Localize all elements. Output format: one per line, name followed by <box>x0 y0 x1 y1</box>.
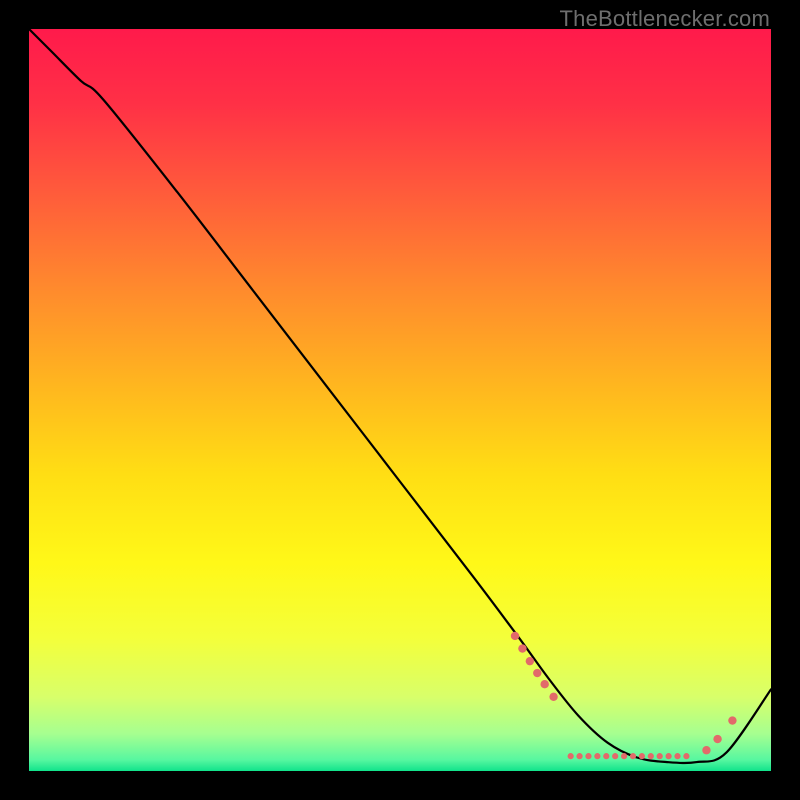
chart-marker <box>630 753 636 759</box>
chart-marker <box>549 693 557 701</box>
chart-marker <box>702 746 710 754</box>
chart-marker <box>657 753 663 759</box>
chart-marker <box>594 753 600 759</box>
chart-stage: TheBottlenecker.com <box>0 0 800 800</box>
chart-marker <box>648 753 654 759</box>
chart-marker <box>540 680 548 688</box>
chart-marker <box>533 669 541 677</box>
chart-marker <box>713 735 721 743</box>
chart-marker <box>683 753 689 759</box>
watermark-text: TheBottlenecker.com <box>560 6 770 32</box>
chart-marker <box>612 753 618 759</box>
chart-markers <box>511 632 737 760</box>
chart-marker <box>603 753 609 759</box>
chart-line-series <box>29 29 771 763</box>
chart-marker <box>526 657 534 665</box>
chart-marker <box>728 716 736 724</box>
chart-marker <box>576 753 582 759</box>
chart-svg <box>29 29 771 771</box>
chart-marker <box>568 753 574 759</box>
chart-marker <box>621 753 627 759</box>
chart-marker <box>674 753 680 759</box>
chart-marker <box>511 632 519 640</box>
chart-marker <box>666 753 672 759</box>
chart-marker <box>639 753 645 759</box>
chart-marker <box>518 644 526 652</box>
chart-marker <box>585 753 591 759</box>
